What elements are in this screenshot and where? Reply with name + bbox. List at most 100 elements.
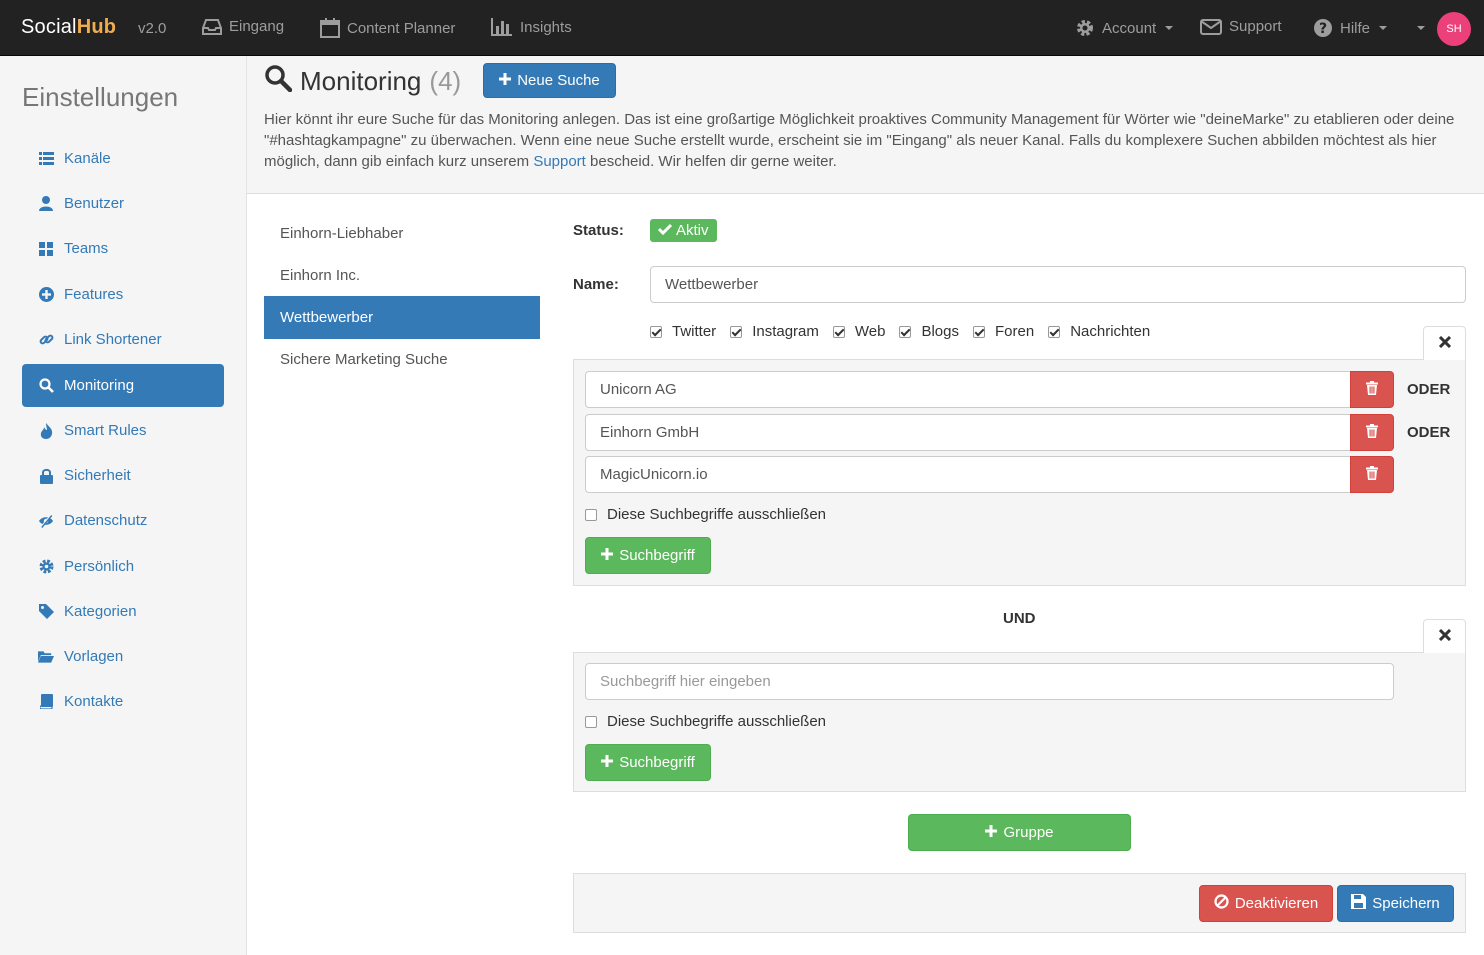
checkbox[interactable] (832, 325, 845, 338)
nav-eingang[interactable]: Eingang (202, 18, 284, 35)
nav-account-label: Account (1102, 19, 1157, 37)
status-badge: Aktiv (650, 219, 717, 242)
channel-label: Web (854, 323, 886, 340)
sidebar-item-kontakte[interactable]: Kontakte (22, 680, 224, 723)
brand-logo[interactable]: SocialHub (21, 16, 116, 39)
remove-group-button[interactable] (1423, 619, 1466, 653)
sidebar-item-smart-rules[interactable]: Smart Rules (22, 409, 224, 452)
sidebar-item-sicherheit[interactable]: Sicherheit (22, 454, 224, 497)
support-link[interactable]: Support (533, 153, 586, 170)
checkbox[interactable] (899, 325, 912, 338)
trash-icon (1366, 380, 1378, 399)
checkbox[interactable] (730, 325, 743, 338)
search-count: (4) (429, 66, 462, 96)
sidebar-item-features[interactable]: Features (22, 273, 224, 316)
sidebar-item-monitoring[interactable]: Monitoring (22, 364, 224, 407)
sidebar-item-label: Kontakte (64, 693, 124, 710)
sidebar-item-label: Vorlagen (64, 648, 124, 665)
page-title-text: Monitoring (300, 66, 422, 96)
ban-icon (1214, 894, 1229, 913)
checkbox[interactable] (585, 715, 597, 728)
status-value: Aktiv (676, 222, 709, 239)
lock-icon (38, 468, 54, 484)
nav-support[interactable]: Support (1200, 18, 1282, 35)
sidebar-item-link-shortener[interactable]: Link Shortener (22, 318, 224, 361)
folder-open-icon (38, 649, 54, 665)
channel-label: Instagram (752, 323, 819, 340)
version-label: v2.0 (138, 20, 167, 37)
sidebar-item-datenschutz[interactable]: Datenschutz (22, 499, 224, 542)
channel-label: Blogs (921, 323, 959, 340)
search-list-item[interactable]: Einhorn-Liebhaber (264, 212, 540, 255)
search-term-input[interactable]: Unicorn AG (585, 371, 1350, 408)
checkbox[interactable] (650, 325, 662, 338)
search-list-item-active[interactable]: Wettbewerber (264, 296, 540, 339)
sidebar-item-teams[interactable]: Teams (22, 227, 224, 270)
nav-insights[interactable]: Insights (491, 18, 572, 36)
search-term-row: Unicorn AG (585, 371, 1394, 408)
sidebar-item-benutzer[interactable]: Benutzer (22, 182, 224, 225)
bar-chart-icon (491, 18, 513, 36)
add-group-label: Gruppe (1003, 824, 1054, 841)
add-term-button[interactable]: Suchbegriff (585, 537, 711, 574)
trash-icon (1366, 423, 1378, 442)
delete-term-button[interactable] (1350, 456, 1394, 493)
plus-icon (601, 547, 614, 564)
search-term-input[interactable]: Einhorn GmbH (585, 414, 1350, 451)
sidebar-title: Einstellungen (22, 82, 179, 112)
intro-text-part: Hier könnt ihr eure Suche für das Monito… (264, 111, 1455, 170)
trash-icon (1366, 465, 1378, 484)
nav-support-label: Support (1229, 18, 1282, 35)
user-menu-toggle[interactable] (1415, 26, 1425, 30)
save-button[interactable]: Speichern (1337, 885, 1454, 922)
sidebar-item-kanaele[interactable]: Kanäle (22, 137, 224, 180)
name-field[interactable]: Wettbewerber (650, 266, 1466, 303)
delete-term-button[interactable] (1350, 371, 1394, 408)
status-label: Status: (573, 222, 624, 239)
exclude-terms-checkbox[interactable]: Diese Suchbegriffe ausschließen (585, 713, 826, 730)
add-term-label: Suchbegriff (619, 754, 695, 771)
search-term-input[interactable]: Suchbegriff hier eingeben (585, 663, 1394, 700)
nav-content-planner-label: Content Planner (347, 19, 456, 37)
cog-icon (1075, 18, 1095, 38)
sidebar-item-label: Features (64, 286, 124, 303)
sidebar-item-kategorien[interactable]: Kategorien (22, 590, 224, 633)
search-term-input[interactable]: MagicUnicorn.io (585, 456, 1350, 493)
caret-down-icon (1417, 26, 1425, 30)
sidebar-item-label: Benutzer (64, 195, 125, 212)
channel-foren[interactable]: Foren (973, 323, 1034, 340)
sidebar-item-label: Sicherheit (64, 467, 131, 484)
sidebar-item-label: Kategorien (64, 603, 137, 620)
search-list-item[interactable]: Sichere Marketing Suche (264, 338, 540, 381)
checkbox[interactable] (973, 325, 985, 338)
checkbox[interactable] (585, 508, 597, 521)
deactivate-label: Deaktivieren (1234, 895, 1319, 912)
search-list-item[interactable]: Einhorn Inc. (264, 254, 540, 297)
exclude-terms-checkbox[interactable]: Diese Suchbegriffe ausschließen (585, 506, 826, 523)
nav-hilfe[interactable]: ? Hilfe (1313, 18, 1388, 38)
channel-web[interactable]: Web (832, 323, 886, 340)
deactivate-button[interactable]: Deaktivieren (1199, 885, 1333, 922)
sidebar-item-vorlagen[interactable]: Vorlagen (22, 635, 224, 678)
delete-term-button[interactable] (1350, 414, 1394, 451)
new-search-button[interactable]: Neue Suche (483, 63, 616, 98)
save-icon (1351, 894, 1367, 913)
checkbox[interactable] (1048, 325, 1061, 338)
channel-instagram[interactable]: Instagram (730, 323, 819, 340)
sidebar-item-label: Smart Rules (64, 422, 147, 439)
add-group-button[interactable]: Gruppe (908, 814, 1131, 851)
or-label: ODER (1407, 424, 1451, 441)
sidebar-item-persoenlich[interactable]: Persönlich (22, 545, 224, 588)
name-label: Name: (573, 276, 619, 293)
channel-nachrichten[interactable]: Nachrichten (1048, 323, 1150, 340)
remove-group-button[interactable] (1423, 326, 1466, 360)
channel-blogs[interactable]: Blogs (899, 323, 959, 340)
save-label: Speichern (1372, 895, 1440, 912)
add-term-button[interactable]: Suchbegriff (585, 744, 711, 781)
link-icon (38, 332, 54, 348)
channel-twitter[interactable]: Twitter (650, 323, 716, 340)
nav-account[interactable]: Account (1075, 18, 1174, 38)
nav-content-planner[interactable]: Content Planner (320, 18, 455, 38)
avatar[interactable]: SH (1437, 12, 1471, 46)
top-navbar: SocialHub v2.0 Eingang Content Planner I… (0, 0, 1484, 56)
